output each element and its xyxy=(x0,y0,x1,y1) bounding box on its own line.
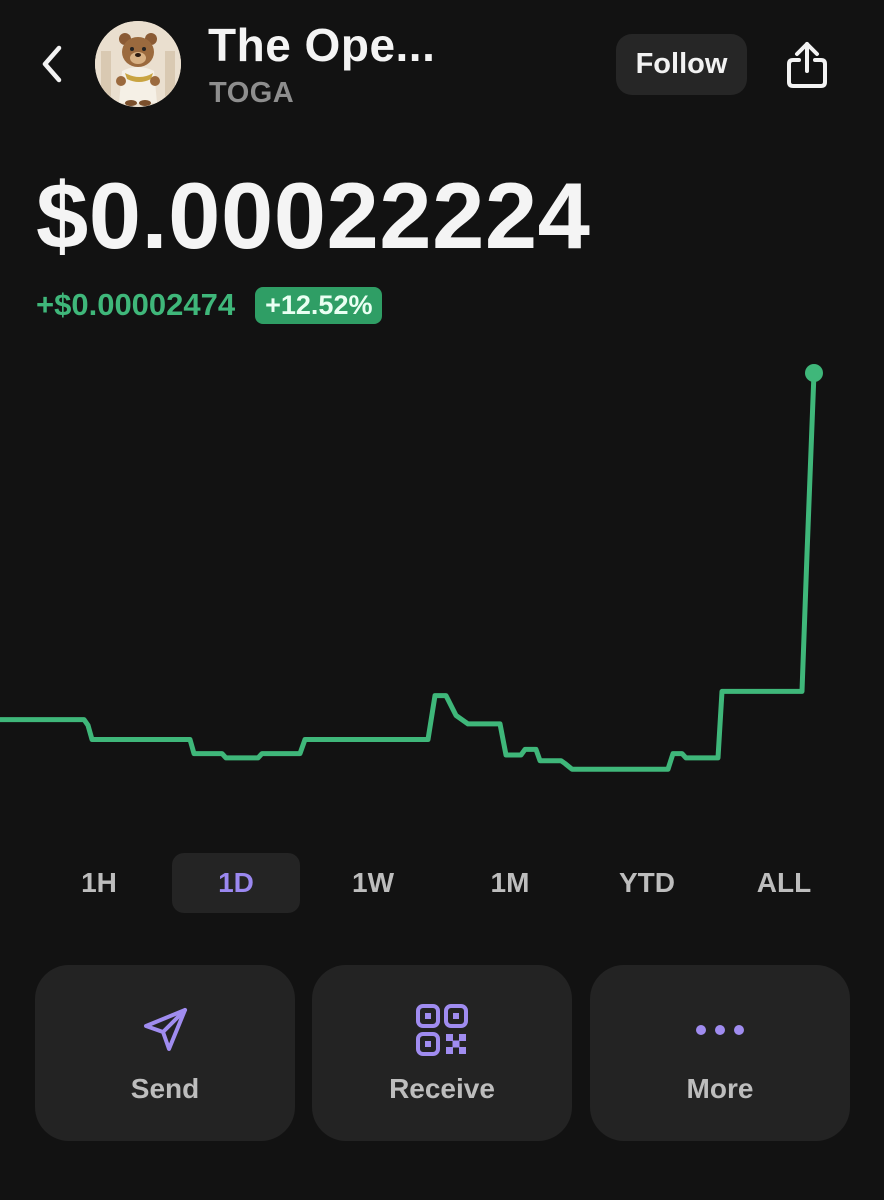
receive-label: Receive xyxy=(389,1073,495,1104)
range-tab-1h[interactable]: 1H xyxy=(35,853,163,913)
range-tab-all[interactable]: ALL xyxy=(720,853,848,913)
current-price-dot xyxy=(805,364,823,382)
token-detail-screen: The Ope... TOGA Follow $0.00022224 +$0.0… xyxy=(0,0,884,1200)
current-price: $0.00022224 xyxy=(36,163,591,268)
follow-button[interactable]: Follow xyxy=(616,34,747,95)
send-icon xyxy=(144,1008,187,1051)
token-name: The Ope... xyxy=(208,19,436,71)
receive-button[interactable]: Receive xyxy=(312,965,572,1141)
more-label: More xyxy=(686,1073,754,1104)
token-avatar xyxy=(95,21,181,107)
more-dots-icon xyxy=(696,1025,744,1035)
qr-code-icon xyxy=(416,1004,468,1056)
time-range-tabs: 1H 1D 1W 1M YTD ALL xyxy=(30,853,854,913)
range-tab-1m[interactable]: 1M xyxy=(446,853,574,913)
price-line xyxy=(0,370,817,772)
price-change-percent-badge: +12.52% xyxy=(255,286,383,324)
price-chart[interactable] xyxy=(0,340,884,820)
range-tab-1w[interactable]: 1W xyxy=(309,853,437,913)
range-tab-1d[interactable]: 1D xyxy=(172,853,300,913)
range-tab-ytd[interactable]: YTD xyxy=(583,853,711,913)
share-button[interactable] xyxy=(776,34,838,96)
send-label: Send xyxy=(130,1073,200,1104)
share-icon xyxy=(787,42,827,88)
chevron-left-icon xyxy=(42,45,62,83)
more-button[interactable]: More xyxy=(590,965,850,1141)
price-change-row: +$0.00002474 +12.52% xyxy=(36,284,383,326)
price-change-amount: +$0.00002474 xyxy=(36,287,236,322)
back-button[interactable] xyxy=(30,38,74,90)
send-button[interactable]: Send xyxy=(35,965,295,1141)
token-symbol: TOGA xyxy=(209,77,295,109)
